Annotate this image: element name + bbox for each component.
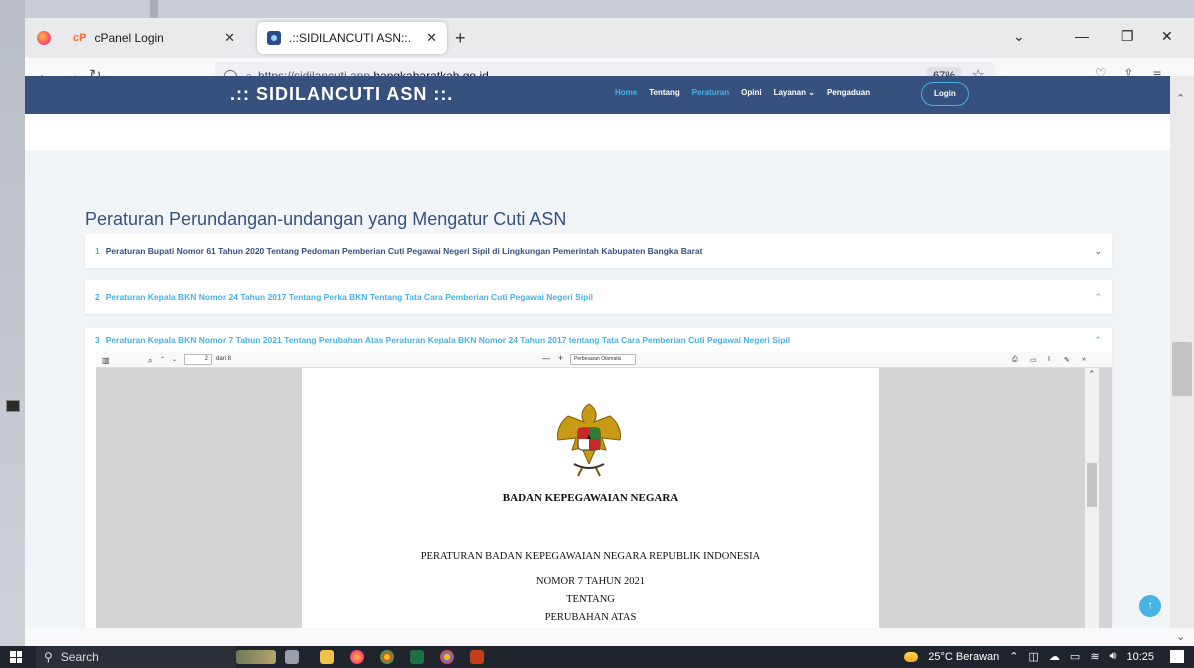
close-icon[interactable]: ✕ [426, 30, 437, 46]
volume-icon[interactable]: 🔊︎ [1110, 650, 1117, 663]
windows-start-icon[interactable] [10, 651, 22, 663]
save-icon[interactable]: ▭ [1030, 356, 1037, 364]
scroll-down-icon[interactable]: ⌄ [1176, 630, 1185, 643]
chrome-profile-icon[interactable] [440, 650, 454, 664]
weather-text[interactable]: 25°C Berawan [928, 651, 999, 663]
desktop-tray-icon[interactable] [6, 400, 20, 412]
taskbar: ⚲ Search 25°C Berawan ⌃ ◫ ☁ ▭ ≋ 🔊︎ 10:25 [0, 646, 1194, 668]
zoom-out-icon[interactable]: — [542, 354, 550, 363]
sidebar-toggle-icon[interactable]: ▥ [102, 356, 110, 365]
chevron-up-icon[interactable]: ⌃ [1094, 335, 1102, 346]
search-highlight-icon[interactable] [236, 650, 276, 664]
pdf-toolbar: ▥ ⌕ ⌃ ⌄ 2 dari 8 — + Perbesaran Otomatis… [96, 352, 1112, 368]
file-explorer-icon[interactable] [320, 650, 334, 664]
search-icon: ⚲ [44, 650, 53, 664]
accordion-number: 1 [95, 246, 100, 256]
wifi-icon[interactable]: ≋ [1090, 650, 1099, 663]
print-icon[interactable]: ⎙ [1012, 356, 1018, 364]
new-tab-icon[interactable]: + [455, 28, 466, 49]
page-scrollbar-thumb[interactable] [1172, 342, 1192, 396]
garuda-emblem [557, 403, 621, 477]
zoom-in-icon[interactable]: + [558, 353, 563, 363]
tab-cpanel[interactable]: cP cPanel Login ✕ [63, 22, 245, 54]
menu-home[interactable]: Home [615, 88, 637, 97]
firefox-icon[interactable] [37, 31, 51, 45]
scroll-up-icon[interactable]: ⌃ [1176, 92, 1185, 105]
chrome-icon[interactable] [380, 650, 394, 664]
back-to-top-button[interactable]: ↑ [1139, 595, 1161, 617]
draw-tool-icon[interactable]: ✎ [1064, 356, 1070, 364]
next-page-icon[interactable]: ⌄ [172, 356, 177, 363]
clock[interactable]: 10:25 [1126, 651, 1154, 663]
restore-icon[interactable]: ❐ [1121, 28, 1134, 45]
notification-icon[interactable] [1170, 650, 1184, 663]
chevron-down-icon: ⌄ [808, 88, 815, 97]
excel-icon[interactable] [410, 650, 424, 664]
desktop-background [0, 0, 25, 646]
cloud-icon[interactable]: ☁ [1049, 650, 1060, 663]
pdf-line-1: PERATURAN BADAN KEPEGAWAIAN NEGARA REPUB… [420, 551, 761, 562]
page-total: dari 8 [216, 356, 232, 362]
tab-label: .::SIDILANCUTI ASN::. [289, 31, 412, 45]
show-hidden-icons-icon[interactable]: ⌃ [1009, 650, 1018, 663]
site-header: .:: SIDILANCUTI ASN ::. Home Tentang Per… [25, 76, 1170, 114]
search-label: Search [60, 650, 99, 664]
site-icon [267, 31, 281, 45]
accordion-header[interactable]: 2 Peraturan Kepala BKN Nomor 24 Tahun 20… [85, 280, 1112, 314]
menu-tentang[interactable]: Tentang [649, 88, 680, 97]
taskbar-search[interactable]: ⚲ Search [36, 646, 236, 668]
powerpoint-icon[interactable] [470, 650, 484, 664]
accordion-number: 2 [95, 292, 100, 302]
more-tools-icon[interactable]: » [1082, 356, 1086, 363]
pdf-line-3: TENTANG [566, 594, 615, 605]
close-icon[interactable]: ✕ [224, 30, 235, 46]
pdf-page: BADAN KEPEGAWAIAN NEGARA PERATURAN BADAN… [302, 368, 879, 628]
find-icon[interactable]: ⌕ [148, 356, 152, 366]
previous-page-icon[interactable]: ⌃ [160, 356, 165, 363]
menu-pengaduan[interactable]: Pengaduan [827, 88, 870, 97]
menu-layanan-label: Layanan [773, 88, 807, 97]
section-title: Peraturan Perundangan-undangan yang Meng… [85, 209, 567, 229]
firefox-taskbar-icon[interactable] [350, 650, 364, 664]
pdf-scroll-up-icon[interactable]: ⌃ [1088, 369, 1096, 380]
cpanel-icon: cP [73, 32, 87, 44]
pdf-line-4: PERUBAHAN ATAS [544, 612, 637, 623]
accordion-title: Peraturan Kepala BKN Nomor 24 Tahun 2017… [105, 292, 594, 302]
close-window-icon[interactable]: ✕ [1161, 28, 1173, 45]
site-logo[interactable]: .:: SIDILANCUTI ASN ::. [230, 84, 453, 105]
chevron-up-icon[interactable]: ⌃ [1094, 292, 1102, 303]
hero-band [25, 114, 1170, 150]
task-view-icon[interactable] [285, 650, 299, 664]
pdf-scrollbar-thumb[interactable] [1087, 463, 1097, 507]
text-tool-icon[interactable]: I [1048, 356, 1050, 363]
accordion-header[interactable]: 1 Peraturan Bupati Nomor 61 Tahun 2020 T… [85, 234, 1112, 268]
accordion-header[interactable]: 3 Peraturan Kepala BKN Nomor 7 Tahun 202… [85, 328, 1112, 352]
desktop-window-edge [150, 0, 158, 18]
accordion-title: Peraturan Kepala BKN Nomor 7 Tahun 2021 … [105, 335, 791, 345]
menu-peraturan[interactable]: Peraturan [692, 88, 729, 97]
tab-list-chevron-icon[interactable]: ⌄ [1013, 28, 1025, 45]
tab-label: cPanel Login [94, 31, 164, 45]
weather-icon[interactable] [904, 651, 919, 662]
menu-opini[interactable]: Opini [741, 88, 761, 97]
pdf-line-2: NOMOR 7 TAHUN 2021 [536, 576, 645, 587]
accordion-item-2[interactable]: 2 Peraturan Kepala BKN Nomor 24 Tahun 20… [85, 280, 1112, 314]
accordion-item-1[interactable]: 1 Peraturan Bupati Nomor 61 Tahun 2020 T… [85, 234, 1112, 268]
tab-sidilancuti[interactable]: .::SIDILANCUTI ASN::. ✕ [257, 22, 447, 54]
zoom-select[interactable]: Perbesaran Otomatis [570, 354, 637, 365]
accordion-number: 3 [95, 335, 100, 345]
login-button[interactable]: Login [921, 82, 969, 106]
menu-layanan[interactable]: Layanan ⌄ [774, 88, 815, 97]
web-page: .:: SIDILANCUTI ASN ::. Home Tentang Per… [25, 76, 1170, 628]
system-tray: 25°C Berawan ⌃ ◫ ☁ ▭ ≋ 🔊︎ 10:25 [904, 650, 1154, 663]
pdf-agency-heading: BADAN KEPEGAWAIAN NEGARA [502, 492, 679, 504]
page-number-input[interactable]: 2 [184, 354, 212, 365]
meet-icon[interactable]: ◫ [1029, 650, 1039, 663]
minimize-icon[interactable]: — [1075, 28, 1089, 44]
accordion-title: Peraturan Bupati Nomor 61 Tahun 2020 Ten… [105, 246, 703, 256]
battery-icon[interactable]: ▭ [1070, 650, 1080, 663]
chevron-down-icon[interactable]: ⌄ [1094, 246, 1102, 257]
main-menu: Home Tentang Peraturan Opini Layanan ⌄ P… [615, 88, 870, 97]
tab-bar: cP cPanel Login ✕ .::SIDILANCUTI ASN::. … [25, 18, 1194, 58]
